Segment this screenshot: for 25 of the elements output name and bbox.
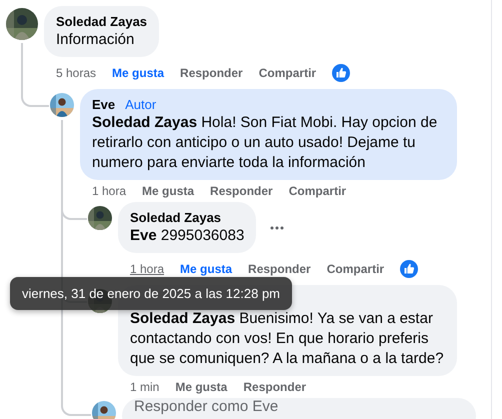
author-role-label: Autor [125, 96, 156, 113]
timestamp-link[interactable]: 5 horas [56, 65, 96, 81]
share-link[interactable]: Compartir [326, 261, 384, 277]
reply-field[interactable]: Responder como Eve [122, 398, 476, 419]
author-name[interactable]: Eve [92, 96, 116, 113]
comment-text: Soledad Zayas Hola! Son Fiat Mobi. Hay opcion de retirarlo con anticipo o un auto usado! Dejame tu numero para enviarte toda la información [92, 113, 438, 173]
timestamp-link[interactable]: 1 hora [92, 183, 126, 199]
share-link[interactable]: Compartir [288, 183, 346, 199]
timestamp-link[interactable]: 1 hora [130, 261, 164, 277]
like-link[interactable]: Me gusta [180, 261, 232, 277]
comment-text: Soledad Zayas Buenisimo! Ya se van a estar contactando con vos! En que horario preferis que se comuniquen? A la mañana o a la tarde? [130, 309, 445, 369]
like-link[interactable]: Me gusta [175, 379, 228, 395]
share-link[interactable]: Compartir [258, 65, 316, 81]
comment-text: Eve 2995036083 [130, 226, 244, 246]
reply-link[interactable]: Responder [243, 379, 306, 395]
date-tooltip: viernes, 31 de enero de 2025 a las 12:28 pm [10, 277, 292, 310]
reply-link[interactable]: Responder [210, 183, 273, 199]
reply-link[interactable]: Responder [180, 65, 243, 81]
like-link[interactable]: Me gusta [142, 183, 194, 199]
reply-link[interactable]: Responder [248, 261, 311, 277]
author-name[interactable]: Soledad Zayas [130, 209, 222, 226]
like-link[interactable]: Me gusta [112, 65, 164, 81]
comment-text: Información [56, 30, 136, 50]
timestamp-link[interactable]: 1 min [130, 379, 160, 395]
author-name[interactable]: Soledad Zayas [56, 13, 148, 30]
